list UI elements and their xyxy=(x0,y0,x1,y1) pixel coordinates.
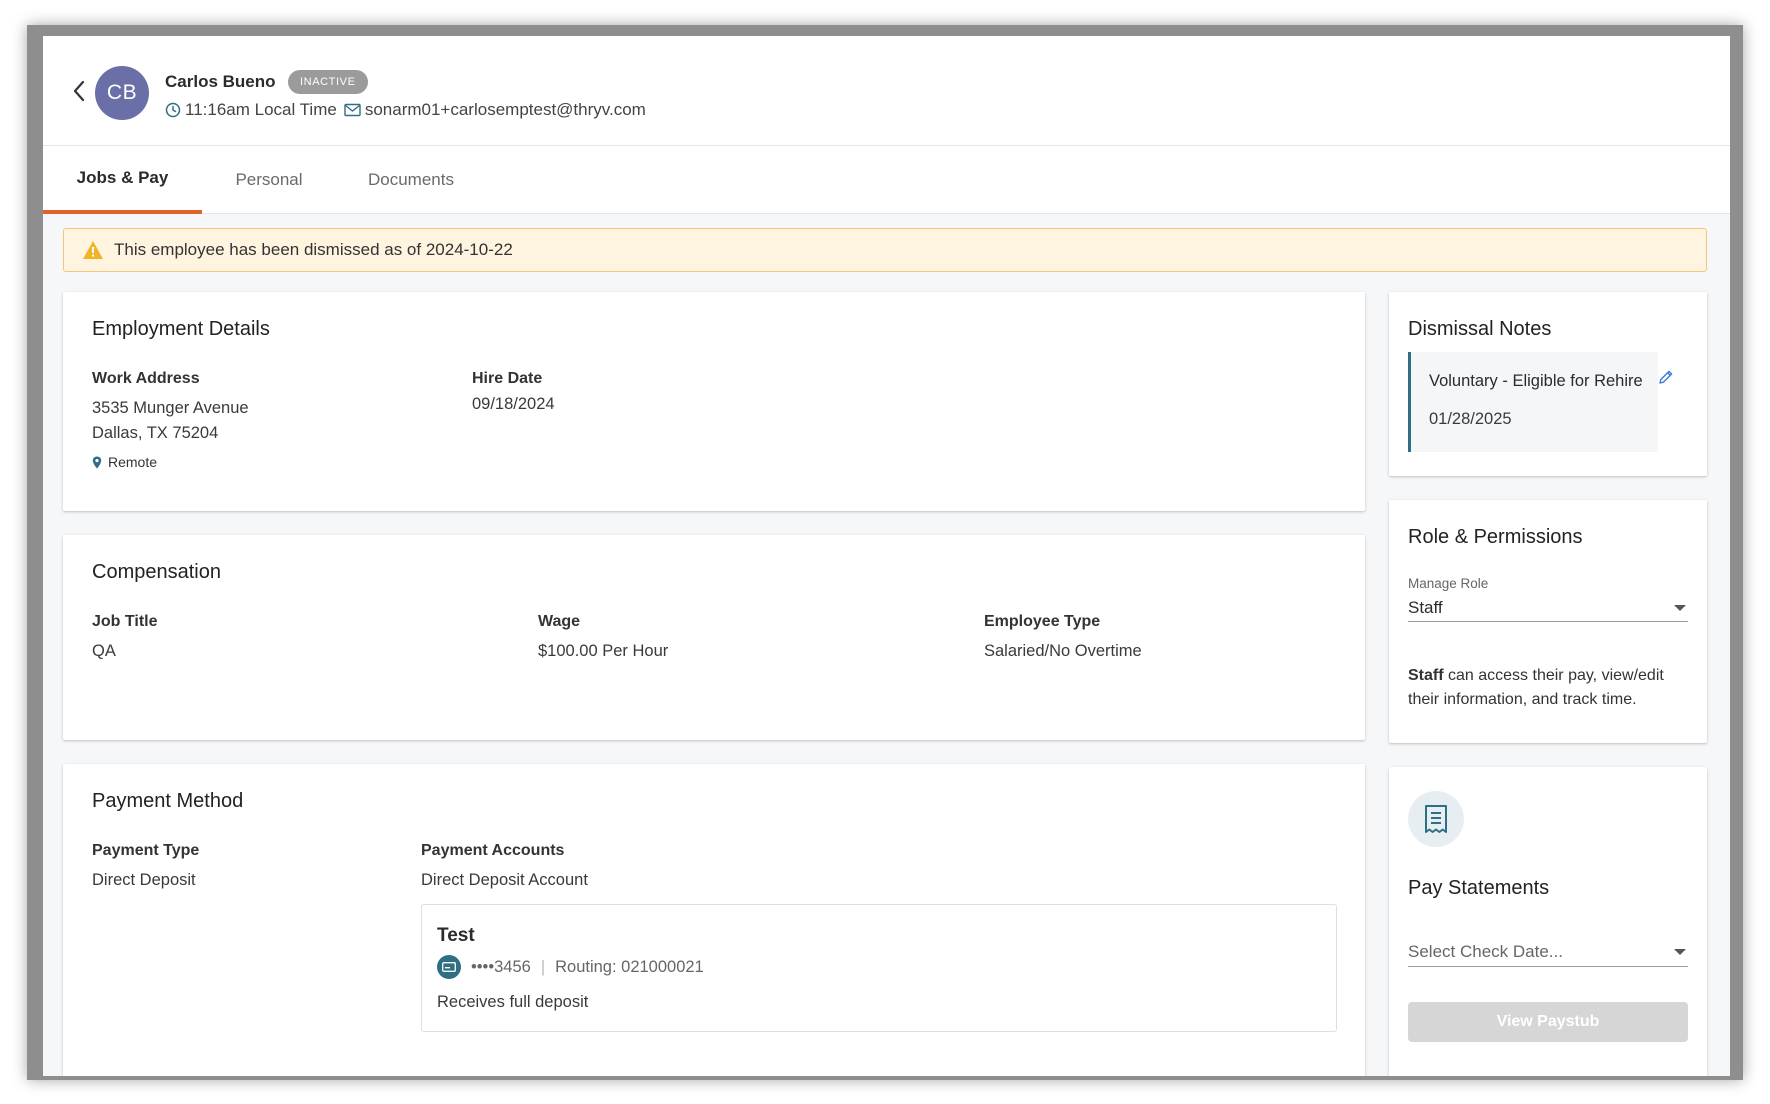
address-line1: 3535 Munger Avenue xyxy=(92,399,249,417)
manage-role-label: Manage Role xyxy=(1408,576,1489,591)
bank-card-icon xyxy=(437,955,461,979)
employee-meta: 11:16am Local Time sonarm01+carlosemptes… xyxy=(165,98,646,122)
job-title-value: QA xyxy=(92,642,116,660)
remote-label: Remote xyxy=(108,454,158,470)
separator: | xyxy=(540,957,546,976)
receipt-icon xyxy=(1425,805,1447,833)
clock-icon xyxy=(165,102,181,118)
payment-accounts-sub: Direct Deposit Account xyxy=(421,871,588,889)
mail-icon xyxy=(344,103,361,117)
employment-details-card: Employment Details Work Address 3535 Mun… xyxy=(63,292,1365,511)
wage-label: Wage xyxy=(538,613,581,630)
compensation-title: Compensation xyxy=(92,561,221,583)
account-name: Test xyxy=(437,925,475,946)
edit-pencil-icon[interactable] xyxy=(1658,369,1674,385)
chevron-down-icon xyxy=(1674,604,1686,611)
tab-jobs-pay[interactable]: Jobs & Pay xyxy=(43,146,202,214)
profile-tabs: Jobs & Pay Personal Documents xyxy=(43,146,1730,214)
dismissal-notes-title: Dismissal Notes xyxy=(1408,318,1552,340)
chevron-left-icon xyxy=(73,80,85,102)
employee-type-label: Employee Type xyxy=(984,613,1101,630)
bank-account-item[interactable]: Test ••••3456 | Routing: 021000021 Recei… xyxy=(421,904,1337,1032)
local-time: 11:16am Local Time xyxy=(185,100,337,119)
payment-accounts-label: Payment Accounts xyxy=(421,842,565,859)
avatar-initials: CB xyxy=(106,81,138,104)
address-line2: Dallas, TX 75204 xyxy=(92,424,219,442)
view-paystub-button[interactable]: View Paystub xyxy=(1408,1002,1688,1042)
role-description-bold: Staff xyxy=(1408,667,1444,684)
tab-personal[interactable]: Personal xyxy=(218,146,320,214)
payment-method-title: Payment Method xyxy=(92,790,244,812)
pay-statements-title: Pay Statements xyxy=(1408,877,1550,899)
check-date-placeholder: Select Check Date... xyxy=(1408,941,1563,961)
dismissal-alert: This employee has been dismissed as of 2… xyxy=(63,228,1707,272)
warning-icon xyxy=(83,241,103,259)
wage-value: $100.00 Per Hour xyxy=(538,642,669,660)
routing-number: Routing: 021000021 xyxy=(555,957,704,976)
dismissal-note: Voluntary - Eligible for Rehire 01/28/20… xyxy=(1408,352,1673,452)
role-description: Staff can access their pay, view/edit th… xyxy=(1408,664,1692,712)
tab-documents[interactable]: Documents xyxy=(343,146,479,214)
role-permissions-title: Role & Permissions xyxy=(1408,526,1583,548)
pay-statements-card: Pay Statements Select Check Date... View… xyxy=(1389,767,1707,1076)
payment-method-card: Payment Method Payment Type Direct Depos… xyxy=(63,764,1365,1076)
role-description-text: can access their pay, view/edit their in… xyxy=(1408,667,1664,708)
job-title-label: Job Title xyxy=(92,613,158,630)
work-address-label: Work Address xyxy=(92,370,200,387)
check-date-select[interactable]: Select Check Date... xyxy=(1408,937,1688,967)
back-button[interactable] xyxy=(69,76,89,106)
employee-email[interactable]: sonarm01+carlosemptest@thryv.com xyxy=(365,100,646,120)
hire-date-label: Hire Date xyxy=(472,370,543,387)
hire-date-value: 09/18/2024 xyxy=(472,395,555,413)
remote-indicator: Remote xyxy=(92,454,157,470)
role-permissions-card: Role & Permissions Manage Role Staff Sta… xyxy=(1389,500,1707,743)
employee-profile-window: CB Carlos Bueno INACTIVE 11:16am Local T… xyxy=(43,36,1730,1076)
role-select-value: Staff xyxy=(1408,597,1443,617)
payment-type-label: Payment Type xyxy=(92,842,200,859)
location-pin-icon xyxy=(92,456,102,468)
dismissal-notes-card: Dismissal Notes Voluntary - Eligible for… xyxy=(1389,292,1707,476)
profile-header: CB Carlos Bueno INACTIVE 11:16am Local T… xyxy=(43,36,1730,146)
chevron-down-icon xyxy=(1674,948,1686,955)
account-details: ••••3456 | Routing: 021000021 xyxy=(437,955,704,979)
payment-type-value: Direct Deposit xyxy=(92,871,196,889)
deposit-note: Receives full deposit xyxy=(437,993,589,1011)
receipt-icon-badge xyxy=(1408,791,1464,847)
employee-name: Carlos Bueno xyxy=(165,72,276,91)
employee-type-value: Salaried/No Overtime xyxy=(984,642,1142,660)
avatar: CB xyxy=(95,66,149,120)
compensation-card: Compensation Job Title QA Wage $100.00 P… xyxy=(63,535,1365,740)
alert-text: This employee has been dismissed as of 2… xyxy=(114,240,513,259)
status-badge: INACTIVE xyxy=(288,70,368,94)
role-select[interactable]: Staff xyxy=(1408,594,1688,622)
dismissal-date: 01/28/2025 xyxy=(1429,410,1512,428)
account-number: ••••3456 xyxy=(471,957,531,976)
employment-details-title: Employment Details xyxy=(92,318,270,340)
dismissal-reason: Voluntary - Eligible for Rehire xyxy=(1429,372,1643,390)
